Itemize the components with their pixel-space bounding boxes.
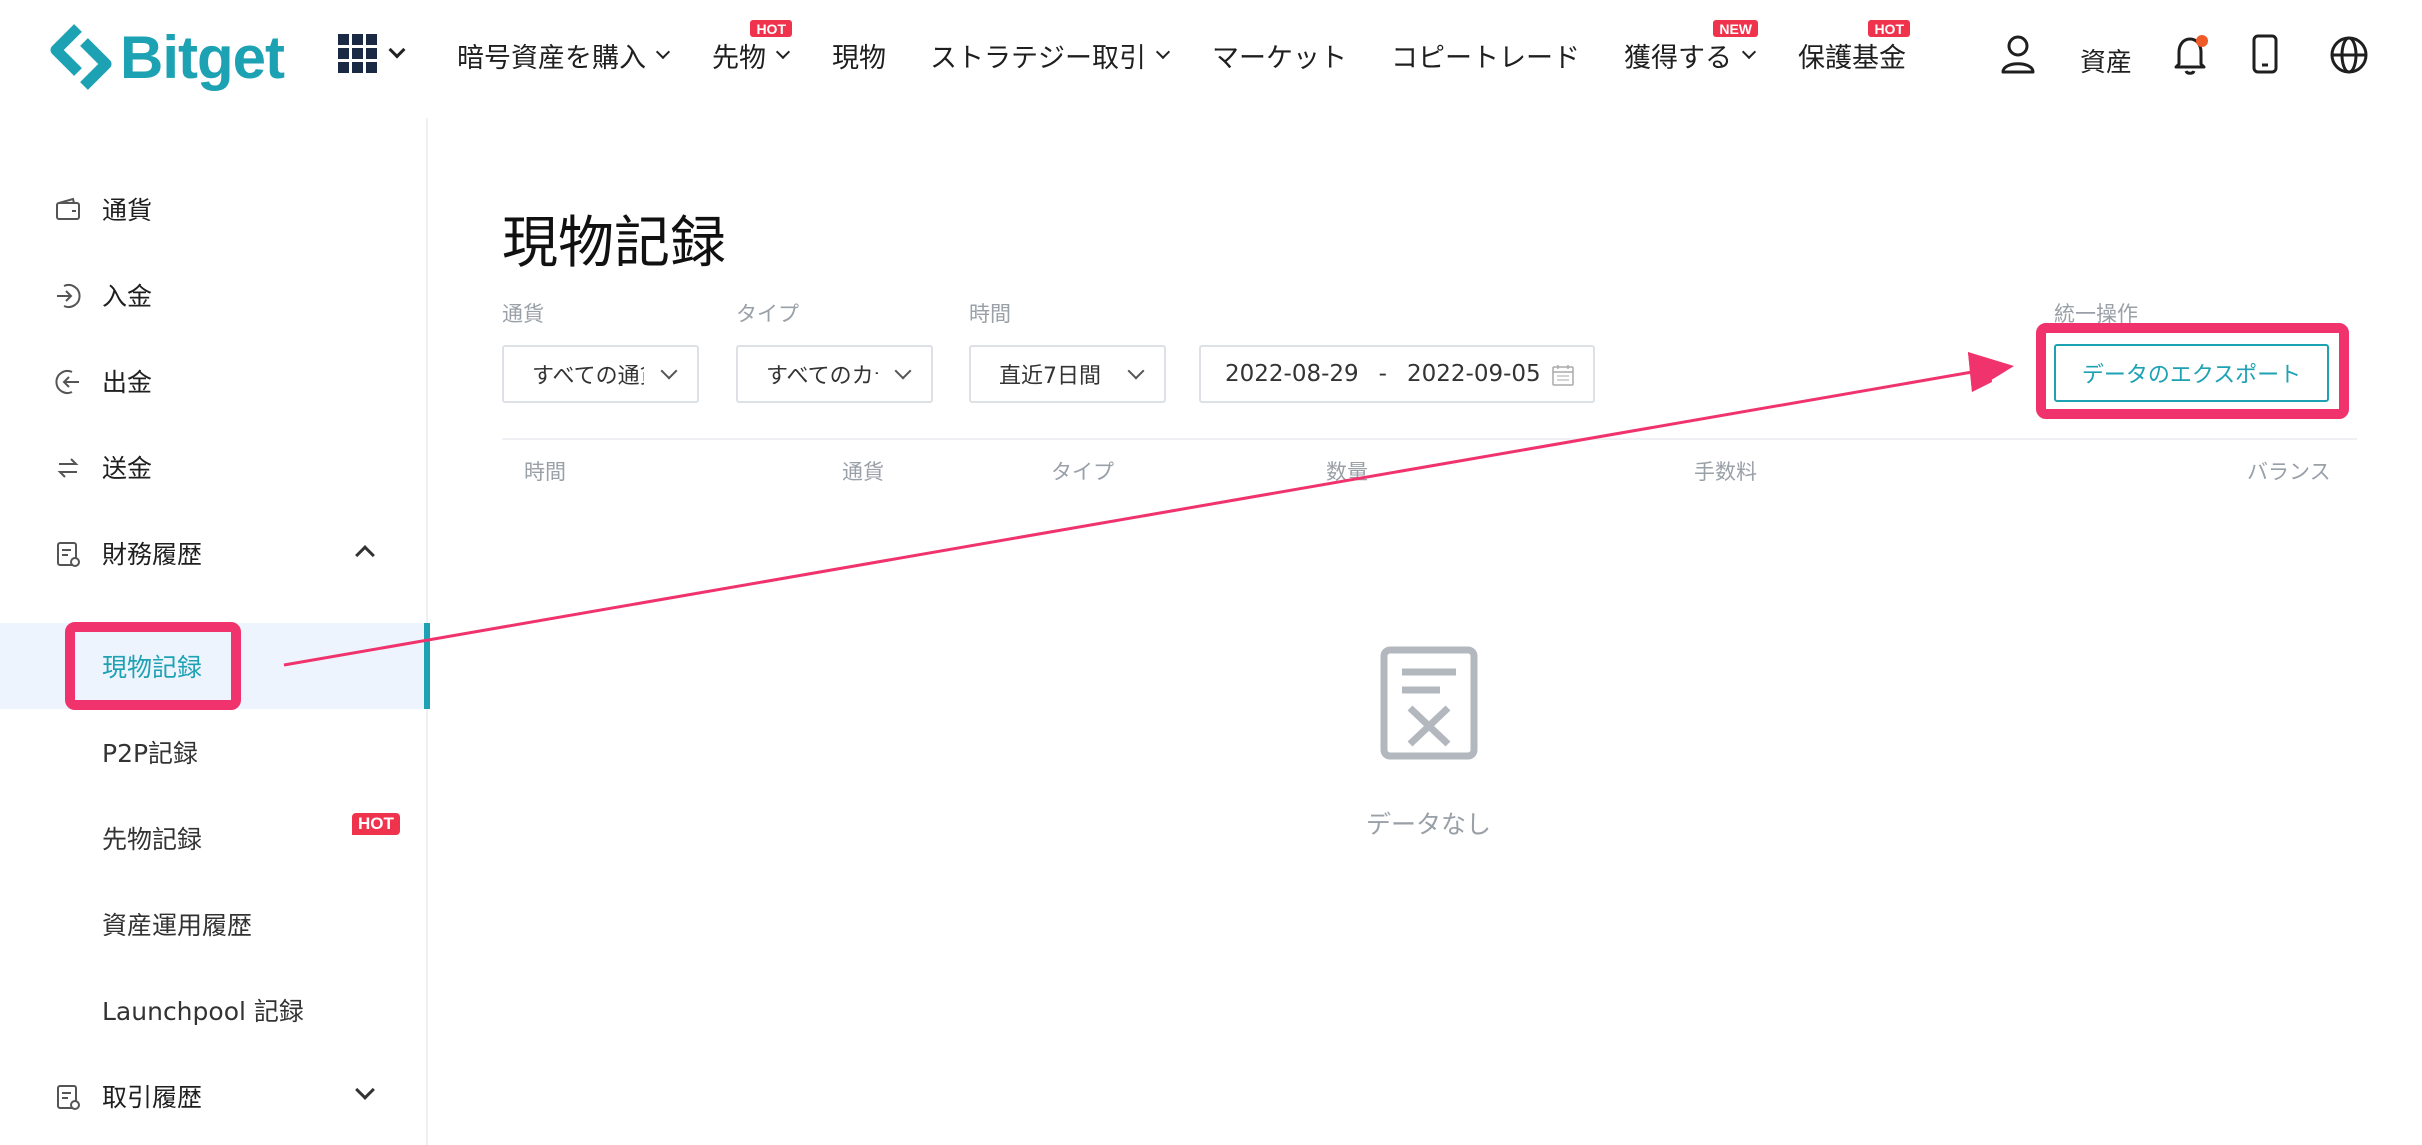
annotation-arrow — [283, 352, 2014, 667]
